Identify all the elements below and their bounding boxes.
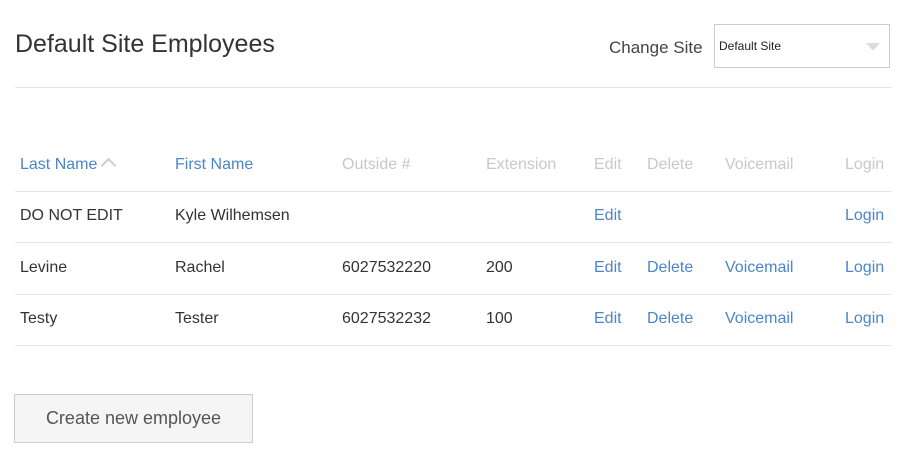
column-header-edit: Edit [594,156,622,173]
divider [15,191,892,192]
divider [15,293,892,295]
ext-cell: 200 [486,258,513,276]
site-select[interactable]: Default Site [714,24,890,68]
last-cell: Levine [20,258,68,276]
divider [15,345,892,346]
column-header-last-name[interactable]: Last Name [20,156,117,174]
login-link[interactable]: Login [845,207,884,225]
delete-link[interactable]: Delete [647,310,693,328]
outside-cell: 6027532232 [342,310,431,327]
column-label: Last Name [20,156,98,173]
delete-link[interactable]: Delete [647,259,693,277]
chevron-down-icon [866,43,880,51]
column-header-first-name[interactable]: First Name [175,156,253,174]
divider [15,242,892,243]
site-select-value: Default Site [719,39,782,53]
first-cell: Tester [175,310,219,327]
last-cell: Testy [20,310,58,327]
last-cell: DO NOT EDIT [20,207,123,224]
voicemail-link[interactable]: Voicemail [725,310,793,328]
column-header-extension: Extension [486,156,557,173]
first-cell: Kyle Wilhemsen [175,207,290,224]
column-header-delete: Delete [647,156,694,173]
edit-link[interactable]: Edit [594,207,622,225]
column-header-login: Login [845,156,885,173]
first-cell: Rachel [175,258,225,276]
login-link[interactable]: Login [845,310,884,328]
ext-cell: 100 [486,310,513,327]
page-title: Default Site Employees [15,30,275,58]
outside-cell: 6027532220 [342,258,431,276]
change-site-label: Change Site [609,38,703,57]
divider [15,87,892,88]
sort-ascending-icon [101,157,117,174]
create-employee-button[interactable]: Create new employee [14,394,253,443]
column-header-outside: Outside # [342,156,411,173]
login-link[interactable]: Login [845,259,884,277]
edit-link[interactable]: Edit [594,259,622,277]
column-header-voicemail: Voicemail [725,156,794,173]
edit-link[interactable]: Edit [594,310,622,328]
voicemail-link[interactable]: Voicemail [725,259,793,277]
